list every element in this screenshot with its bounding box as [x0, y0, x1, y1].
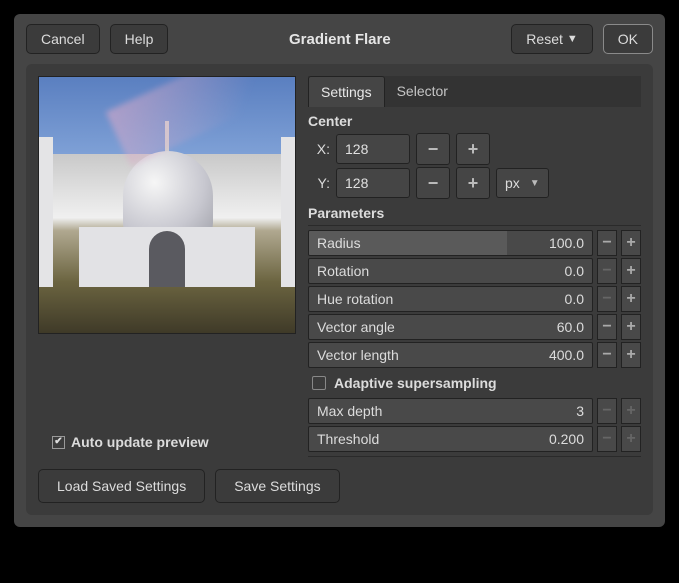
save-settings-button[interactable]: Save Settings [215, 469, 339, 503]
parameters-list: Radius 100.0 − + Rotation 0.0 − + [308, 225, 641, 457]
chevron-down-icon: ▼ [567, 33, 578, 45]
dialog-window: Cancel Help Gradient Flare Reset ▼ OK [14, 14, 665, 527]
center-y-minus[interactable]: − [416, 167, 450, 199]
param-radius: Radius 100.0 − + [308, 230, 641, 256]
rotation-minus: − [597, 258, 617, 284]
unit-value: px [505, 175, 520, 191]
parameters-label: Parameters [308, 205, 641, 221]
hue-rotation-plus[interactable]: + [621, 286, 641, 312]
hue-rotation-slider[interactable]: Hue rotation 0.0 [308, 286, 593, 312]
center-y-plus[interactable]: + [456, 167, 490, 199]
vector-angle-plus[interactable]: + [621, 314, 641, 340]
help-button[interactable]: Help [110, 24, 169, 54]
x-label: X: [308, 141, 330, 157]
reset-label: Reset [526, 31, 563, 47]
center-x-minus[interactable]: − [416, 133, 450, 165]
check-icon [52, 436, 65, 449]
hue-rotation-minus: − [597, 286, 617, 312]
center-label: Center [308, 113, 641, 129]
checkbox-icon [312, 376, 326, 390]
adaptive-label: Adaptive supersampling [334, 375, 497, 391]
threshold-plus: + [621, 426, 641, 452]
center-y-input[interactable] [336, 168, 410, 198]
tab-selector[interactable]: Selector [385, 76, 460, 107]
unit-select[interactable]: px ▼ [496, 168, 549, 198]
param-vector-angle: Vector angle 60.0 − + [308, 314, 641, 340]
title-bar: Cancel Help Gradient Flare Reset ▼ OK [14, 14, 665, 64]
ok-button[interactable]: OK [603, 24, 653, 54]
rotation-plus[interactable]: + [621, 258, 641, 284]
cancel-button[interactable]: Cancel [26, 24, 100, 54]
auto-update-preview-checkbox[interactable]: Auto update preview [38, 434, 296, 450]
threshold-minus: − [597, 426, 617, 452]
preview-pane: Auto update preview [38, 76, 296, 457]
param-rotation: Rotation 0.0 − + [308, 258, 641, 284]
radius-plus[interactable]: + [621, 230, 641, 256]
tab-bar: Settings Selector [308, 76, 641, 107]
threshold-slider[interactable]: Threshold 0.200 [308, 426, 593, 452]
center-y-row: Y: − + px ▼ [308, 167, 641, 199]
vector-length-minus[interactable]: − [597, 342, 617, 368]
center-x-input[interactable] [336, 134, 410, 164]
reset-button[interactable]: Reset ▼ [511, 24, 592, 54]
chevron-down-icon: ▼ [530, 178, 540, 189]
radius-minus[interactable]: − [597, 230, 617, 256]
dialog-content: Auto update preview Settings Selector Ce… [26, 64, 653, 515]
vector-angle-minus[interactable]: − [597, 314, 617, 340]
vector-length-plus[interactable]: + [621, 342, 641, 368]
tab-settings[interactable]: Settings [308, 76, 385, 107]
settings-pane: Settings Selector Center X: − + Y: − + p [308, 76, 641, 457]
center-x-row: X: − + [308, 133, 641, 165]
max-depth-slider[interactable]: Max depth 3 [308, 398, 593, 424]
footer-buttons: Load Saved Settings Save Settings [38, 469, 641, 503]
radius-slider[interactable]: Radius 100.0 [308, 230, 593, 256]
param-max-depth: Max depth 3 − + [308, 398, 641, 424]
dialog-title: Gradient Flare [178, 31, 501, 48]
load-saved-settings-button[interactable]: Load Saved Settings [38, 469, 205, 503]
auto-update-label: Auto update preview [71, 434, 209, 450]
y-label: Y: [308, 175, 330, 191]
preview-image [38, 76, 296, 334]
vector-length-slider[interactable]: Vector length 400.0 [308, 342, 593, 368]
max-depth-plus: + [621, 398, 641, 424]
center-x-plus[interactable]: + [456, 133, 490, 165]
rotation-slider[interactable]: Rotation 0.0 [308, 258, 593, 284]
param-hue-rotation: Hue rotation 0.0 − + [308, 286, 641, 312]
vector-angle-slider[interactable]: Vector angle 60.0 [308, 314, 593, 340]
param-threshold: Threshold 0.200 − + [308, 426, 641, 452]
max-depth-minus: − [597, 398, 617, 424]
param-vector-length: Vector length 400.0 − + [308, 342, 641, 368]
adaptive-supersampling-checkbox[interactable]: Adaptive supersampling [308, 370, 641, 396]
